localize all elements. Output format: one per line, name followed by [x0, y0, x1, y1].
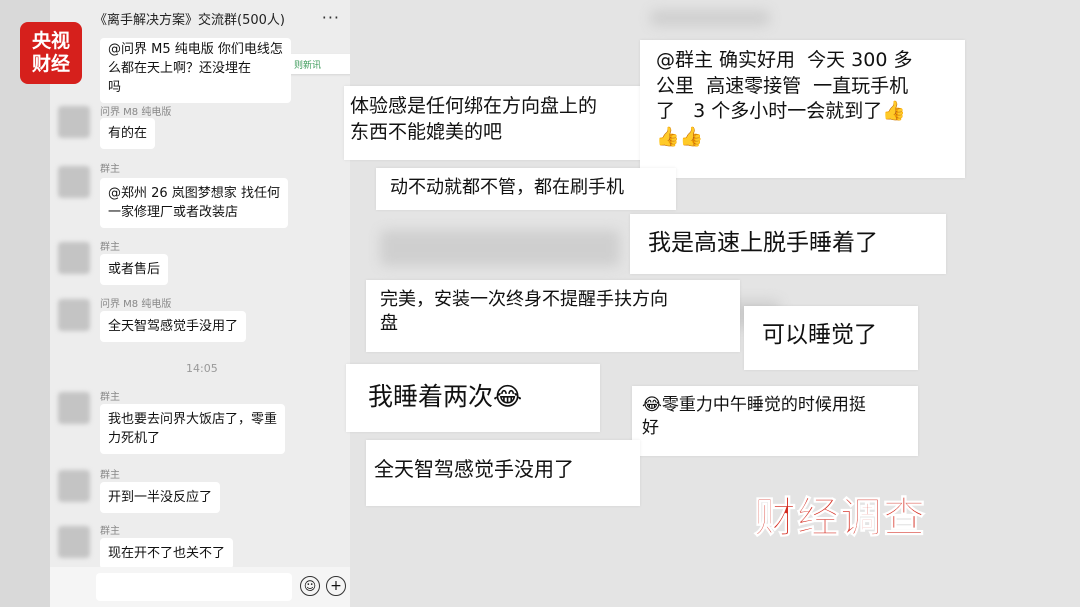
message-input[interactable] [96, 573, 292, 601]
chat-message-bubble: 全天智驾感觉手没用了 [100, 311, 247, 342]
message-sender: 群主 [100, 164, 120, 175]
finance-investigation-watermark: 财经调查 [753, 493, 927, 543]
chat-message-bubble: 我也要去问界大饭店了，零重 力死机了 [100, 404, 286, 454]
screenshot-message-bubble: 可以睡觉了 [744, 306, 918, 370]
chat-message-bubble: @郑州 26 岚图梦想家 找任何 一家修理厂或者改装店 [100, 178, 288, 228]
avatar[interactable] [58, 106, 90, 138]
plus-icon[interactable]: + [326, 576, 346, 596]
avatar[interactable] [58, 166, 90, 198]
avatar[interactable] [58, 392, 90, 424]
chat-message-bubble: 或者售后 [100, 254, 169, 285]
message-timestamp: 14:05 [186, 362, 218, 375]
screenshot-message-bubble: 我是高速上脱手睡着了 [630, 214, 946, 274]
avatar[interactable] [58, 470, 90, 502]
screenshot-message-bubble: 😂零重力中午睡觉的时候用挺 好 [632, 386, 918, 456]
chat-header: 《离手解决方案》交流群(500人) ··· [50, 0, 350, 36]
logo-line-2: 财经 [31, 53, 70, 75]
message-sender: 问界 M8 纯电版 [100, 299, 172, 310]
screenshot-message-bubble: @群主 确实好用 今天 300 多 公里 高速零接管 一直玩手机 了 3 个多小… [640, 40, 965, 178]
screenshot-message-bubble: 体验感是任何绑在方向盘上的 东西不能媲美的吧 [344, 86, 644, 160]
more-options-icon[interactable]: ··· [322, 8, 340, 27]
emoji-icon[interactable]: ☺ [300, 576, 320, 596]
logo-line-1: 央视 [31, 30, 70, 52]
message-sender: 群主 [100, 526, 120, 537]
cctv-finance-logo: 央视 财经 [20, 22, 82, 84]
chat-title: 《离手解决方案》交流群(500人) [94, 12, 285, 28]
chat-message-bubble: 有的在 [100, 118, 156, 149]
message-sender: 群主 [100, 470, 120, 481]
avatar[interactable] [58, 526, 90, 558]
avatar[interactable] [58, 299, 90, 331]
message-sender: 群主 [100, 242, 120, 253]
message-sender: 问界 M8 纯电版 [100, 107, 172, 118]
screenshot-message-bubble: 完美，安装一次终身不提醒手扶方向 盘 [366, 280, 740, 352]
message-sender: 群主 [100, 392, 120, 403]
input-bar: ☺ + [50, 567, 350, 607]
screenshot-message-bubble: 我睡着两次😂 [346, 364, 600, 432]
screenshot-message-bubble: 全天智驾感觉手没用了 [366, 440, 640, 506]
avatar[interactable] [58, 242, 90, 274]
screenshot-message-bubble: 动不动就都不管，都在刷手机 [376, 168, 676, 210]
chat-message-bubble: 现在开不了也关不了 [100, 538, 234, 569]
chat-message-bubble: 开到一半没反应了 [100, 482, 221, 513]
chat-message-bubble: @问界 M5 纯电版 你们电线怎 么都在天上啊？还没埋在 吗 [100, 38, 291, 103]
